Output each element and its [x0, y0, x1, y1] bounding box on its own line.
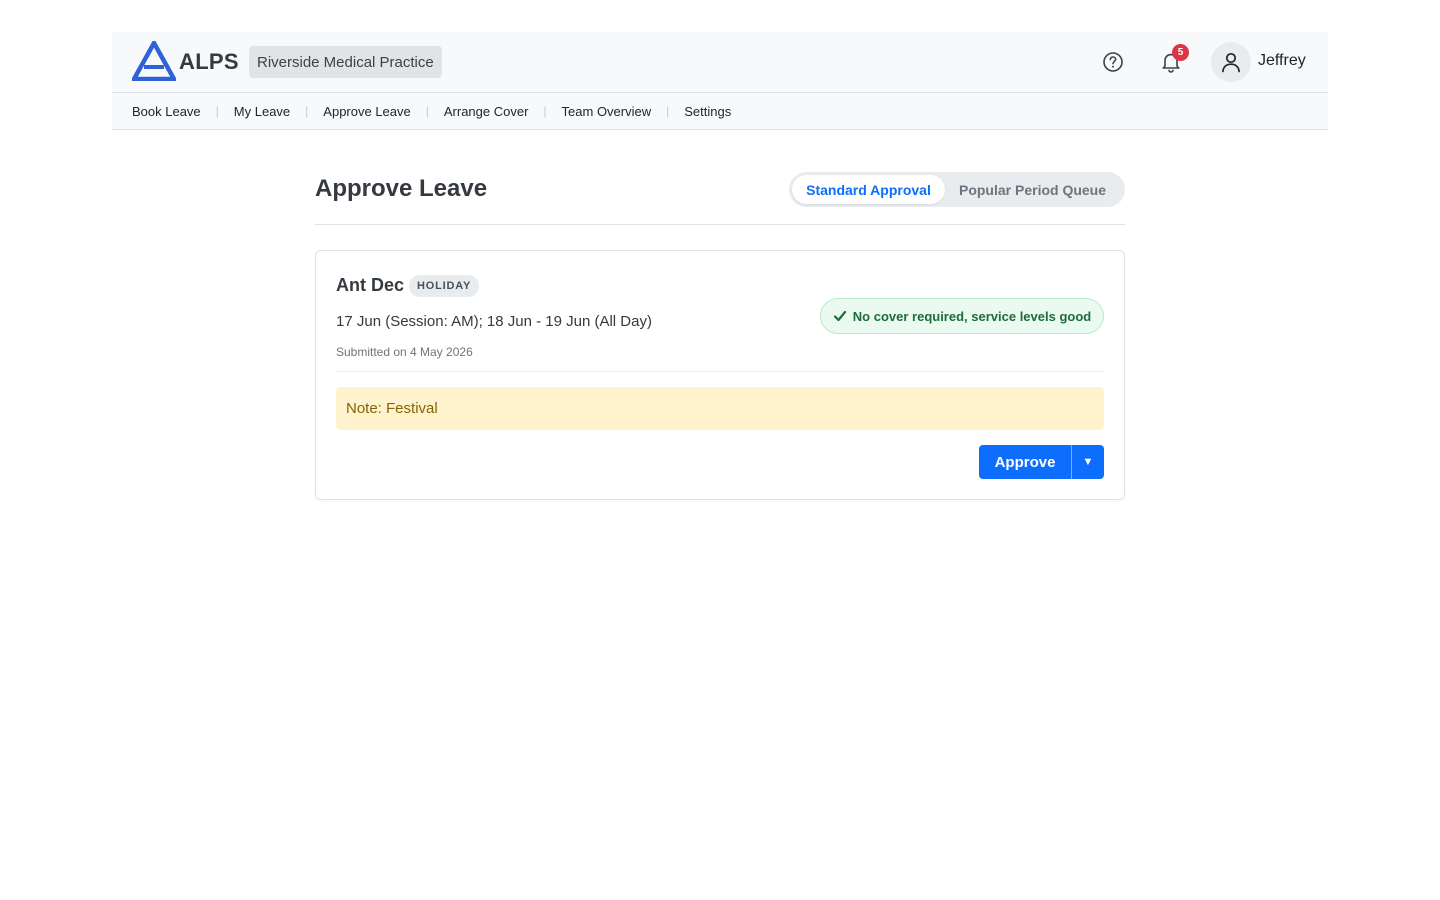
help-button[interactable] — [1098, 47, 1128, 77]
nav-item-team-overview[interactable]: Team Overview — [562, 104, 652, 119]
cover-status-badge: No cover required, service levels good — [820, 298, 1104, 334]
checkmark-icon — [833, 310, 846, 322]
main-nav: Book Leave | My Leave | Approve Leave | … — [112, 93, 1328, 130]
cover-status-text: No cover required, service levels good — [852, 308, 1092, 324]
leave-type-badge: HOLIDAY — [409, 275, 480, 297]
nav-separator: | — [425, 104, 429, 118]
nav-item-my-leave[interactable]: My Leave — [234, 104, 290, 119]
approval-mode-toggle: Standard Approval Popular Period Queue — [789, 172, 1125, 207]
approve-button[interactable]: Approve — [979, 445, 1071, 479]
leave-note: Note: Festival — [336, 387, 1104, 430]
nav-item-settings[interactable]: Settings — [684, 104, 731, 119]
person-icon — [1222, 52, 1240, 73]
question-circle-icon — [1103, 52, 1123, 72]
card-divider — [336, 371, 1104, 372]
nav-item-arrange-cover[interactable]: Arrange Cover — [444, 104, 529, 119]
logo-text: ALPS — [179, 49, 239, 74]
chevron-down-icon: ▼ — [1082, 456, 1094, 468]
page-title: Approve Leave — [315, 175, 488, 202]
leave-dates: 17 Jun (Session: AM); 18 Jun - 19 Jun (A… — [336, 313, 652, 330]
user-name[interactable]: Jeffrey — [1258, 52, 1306, 70]
nav-separator: | — [543, 104, 547, 118]
nav-separator: | — [215, 104, 219, 118]
notification-count-badge: 5 — [1172, 44, 1189, 61]
leave-request-card: Ant Dec HOLIDAY 17 Jun (Session: AM); 18… — [315, 250, 1125, 500]
app-logo[interactable]: ALPS — [132, 41, 239, 81]
notifications-button[interactable]: 5 — [1156, 44, 1189, 77]
practice-name-badge: Riverside Medical Practice — [249, 46, 442, 78]
employee-name: Ant Dec — [336, 275, 405, 295]
title-divider — [315, 224, 1125, 225]
approve-options-dropdown[interactable]: ▼ — [1071, 445, 1104, 479]
submitted-date: Submitted on 4 May 2026 — [336, 345, 473, 359]
nav-item-approve-leave[interactable]: Approve Leave — [323, 104, 410, 119]
standard-approval-tab[interactable]: Standard Approval — [792, 175, 945, 204]
app-header: ALPS Riverside Medical Practice 5 Jeffre… — [112, 32, 1328, 93]
nav-separator: | — [305, 104, 309, 118]
nav-item-book-leave[interactable]: Book Leave — [132, 104, 201, 119]
popular-period-queue-tab[interactable]: Popular Period Queue — [945, 175, 1120, 204]
approve-split-button: Approve ▼ — [979, 445, 1104, 479]
alps-logo-icon — [132, 41, 176, 81]
nav-separator: | — [666, 104, 670, 118]
user-avatar[interactable] — [1211, 42, 1251, 82]
